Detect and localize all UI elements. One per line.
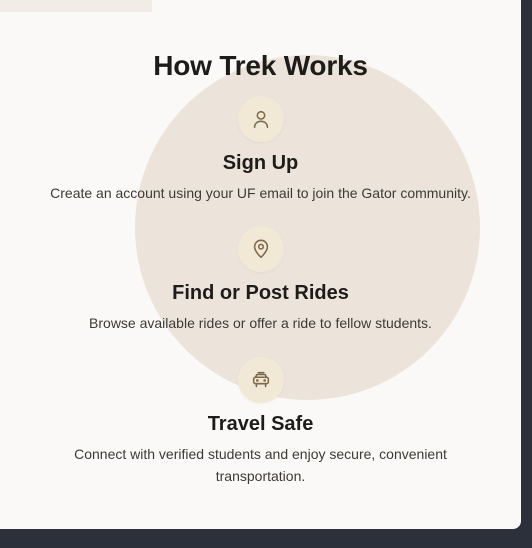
top-strip-decoration: [0, 0, 152, 12]
step-description: Browse available rides or offer a ride t…: [89, 315, 432, 331]
step-description: Create an account using your UF email to…: [50, 185, 471, 201]
user-icon: [237, 96, 284, 142]
step-travel-safe: Travel Safe Connect with verified studen…: [0, 357, 521, 487]
map-pin-icon: [237, 226, 284, 272]
how-it-works-section: How Trek Works Sign Up Create an account…: [0, 0, 521, 529]
car-icon: [237, 357, 284, 403]
step-sign-up: Sign Up Create an account using your UF …: [0, 96, 521, 204]
step-find-or-post-rides: Find or Post Rides Browse available ride…: [0, 226, 521, 334]
step-description: Connect with verified students and enjoy…: [74, 446, 447, 484]
section-title: How Trek Works: [153, 50, 368, 81]
step-title: Travel Safe: [207, 413, 314, 435]
step-title: Find or Post Rides: [172, 282, 349, 304]
step-title: Sign Up: [222, 152, 299, 174]
